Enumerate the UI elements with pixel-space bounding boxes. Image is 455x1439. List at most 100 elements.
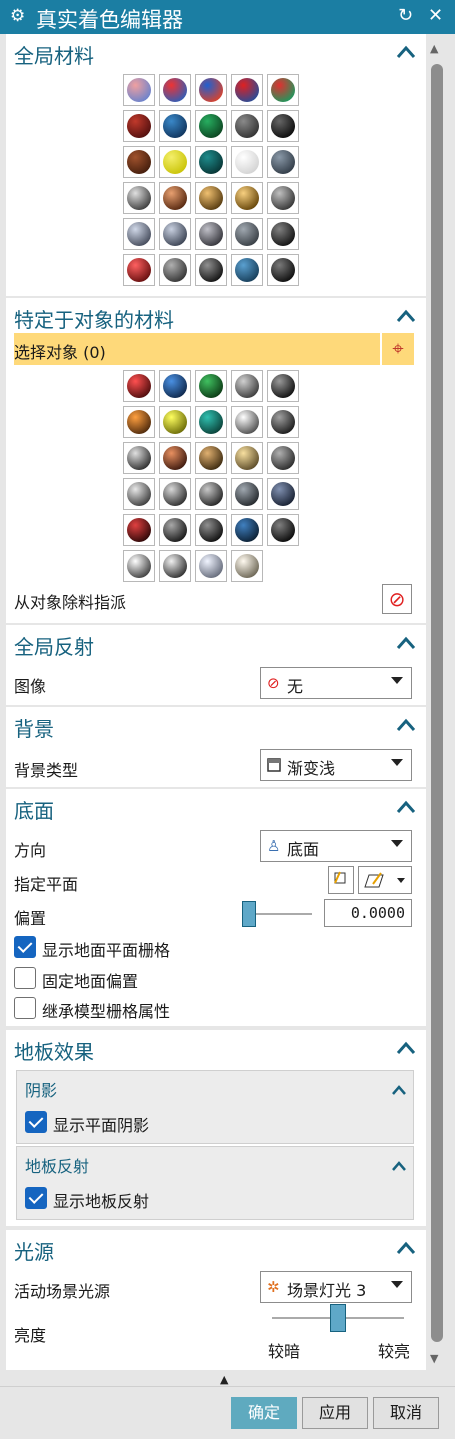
obj-chrome-2-swatch[interactable] — [159, 550, 191, 582]
close-icon[interactable]: ✕ — [428, 5, 443, 26]
collapse-icon[interactable] — [396, 631, 416, 655]
mat-brushed-2-swatch[interactable] — [159, 218, 191, 250]
obj-red-dark-swatch[interactable] — [123, 514, 155, 546]
mat-rough-swatch[interactable] — [231, 218, 263, 250]
collapse-icon[interactable] — [396, 1236, 416, 1260]
select-object-row[interactable]: 选择对象 (0) — [14, 333, 380, 365]
crosshair-icon[interactable]: ⌖ — [382, 333, 414, 365]
inferred-plane-icon[interactable] — [358, 866, 412, 894]
mat-multicolor-4-swatch[interactable] — [231, 74, 263, 106]
mat-teal-swatch[interactable] — [195, 146, 227, 178]
obj-bronze-swatch[interactable] — [195, 442, 227, 474]
obj-gray-swatch[interactable] — [231, 370, 263, 402]
mat-dark-steel-swatch[interactable] — [267, 182, 299, 214]
material-sphere-icon — [199, 150, 223, 174]
obj-yellow-swatch[interactable] — [159, 406, 191, 438]
reset-icon[interactable]: ↻ — [398, 5, 413, 26]
obj-gray-2-swatch[interactable] — [267, 442, 299, 474]
obj-blue-swatch[interactable] — [159, 370, 191, 402]
obj-pearl-swatch[interactable] — [195, 550, 227, 582]
mat-brown-swatch[interactable] — [123, 146, 155, 178]
mat-gray-swatch[interactable] — [231, 110, 263, 142]
obj-black-3-swatch[interactable] — [267, 514, 299, 546]
show-floor-reflection-checkbox[interactable] — [25, 1187, 47, 1209]
brightness-slider-thumb[interactable] — [330, 1304, 346, 1332]
obj-silver-swatch[interactable] — [231, 406, 263, 438]
mat-steel-swatch[interactable] — [123, 182, 155, 214]
mat-black-gloss-swatch[interactable] — [267, 218, 299, 250]
obj-rough-swatch[interactable] — [231, 478, 263, 510]
apply-button[interactable]: 应用 — [302, 1397, 368, 1429]
obj-brushed-2-swatch[interactable] — [159, 478, 191, 510]
show-plane-shadow-label: 显示平面阴影 — [53, 1116, 150, 1135]
collapse-icon[interactable] — [396, 1036, 416, 1060]
obj-orange-swatch[interactable] — [123, 406, 155, 438]
mat-slate-swatch[interactable] — [267, 146, 299, 178]
mat-black-swatch[interactable] — [267, 110, 299, 142]
obj-black-swatch[interactable] — [267, 370, 299, 402]
obj-black-2-swatch[interactable] — [195, 514, 227, 546]
scroll-up-icon[interactable]: ▲ — [430, 42, 438, 55]
obj-navy-swatch[interactable] — [231, 514, 263, 546]
mat-green-swatch[interactable] — [195, 110, 227, 142]
collapse-icon[interactable] — [396, 304, 416, 328]
obj-red-swatch[interactable] — [123, 370, 155, 402]
active-light-select[interactable]: ✲ 场景灯光 3 — [260, 1271, 412, 1303]
ok-button[interactable]: 确定 — [231, 1397, 297, 1429]
vertical-scrollbar[interactable]: ▲ ▼ — [429, 40, 445, 1370]
show-plane-shadow-checkbox[interactable] — [25, 1111, 47, 1133]
image-select[interactable]: ⊘ 无 — [260, 667, 412, 699]
collapse-icon[interactable] — [396, 40, 416, 64]
mat-multicolor-5-swatch[interactable] — [267, 74, 299, 106]
collapse-icon[interactable] — [396, 795, 416, 819]
collapse-icon[interactable] — [391, 1153, 407, 1177]
chevron-down-icon[interactable] — [397, 878, 405, 883]
mat-white-swatch[interactable] — [231, 146, 263, 178]
background-type-select[interactable]: 渐变浅 — [260, 749, 412, 781]
mat-gold-swatch[interactable] — [231, 182, 263, 214]
mat-black-2-swatch[interactable] — [195, 254, 227, 286]
collapse-icon[interactable] — [396, 713, 416, 737]
mat-multicolor-1-swatch[interactable] — [123, 74, 155, 106]
fixed-offset-checkbox[interactable] — [14, 967, 36, 989]
offset-input[interactable]: 0.0000 — [324, 899, 412, 927]
obj-blue-dark-swatch[interactable] — [267, 478, 299, 510]
no-entry-icon[interactable]: ⊘ — [382, 584, 412, 614]
obj-chrome-swatch[interactable] — [123, 550, 155, 582]
mat-red-gloss-swatch[interactable] — [123, 254, 155, 286]
show-grid-checkbox[interactable] — [14, 936, 36, 958]
material-sphere-icon — [235, 150, 259, 174]
mat-brushed-3-swatch[interactable] — [195, 218, 227, 250]
offset-slider-thumb[interactable] — [242, 901, 256, 927]
mat-brass-swatch[interactable] — [195, 182, 227, 214]
mat-black-3-swatch[interactable] — [267, 254, 299, 286]
obj-graphite-swatch[interactable] — [159, 514, 191, 546]
plane-dialog-icon[interactable] — [328, 866, 354, 894]
gear-icon[interactable]: ⚙ — [10, 6, 25, 26]
obj-teal-swatch[interactable] — [195, 406, 227, 438]
direction-select[interactable]: ♙ 底面 — [260, 830, 412, 862]
obj-copper-swatch[interactable] — [159, 442, 191, 474]
obj-green-swatch[interactable] — [195, 370, 227, 402]
inherit-grid-checkbox[interactable] — [14, 997, 36, 1019]
mat-brushed-1-swatch[interactable] — [123, 218, 155, 250]
obj-gold-swatch[interactable] — [231, 442, 263, 474]
mat-blue-swatch[interactable] — [159, 110, 191, 142]
obj-brushed-1-swatch[interactable] — [123, 478, 155, 510]
mat-copper-swatch[interactable] — [159, 182, 191, 214]
mat-gray-gloss-swatch[interactable] — [159, 254, 191, 286]
mat-dark-red-swatch[interactable] — [123, 110, 155, 142]
obj-steel-swatch[interactable] — [123, 442, 155, 474]
obj-brushed-3-swatch[interactable] — [195, 478, 227, 510]
obj-dark-swatch[interactable] — [267, 406, 299, 438]
cancel-button[interactable]: 取消 — [373, 1397, 439, 1429]
mat-multicolor-3-swatch[interactable] — [195, 74, 227, 106]
mat-blue-2-swatch[interactable] — [231, 254, 263, 286]
collapse-footer-icon[interactable]: ▲ — [220, 1373, 228, 1386]
mat-yellow-swatch[interactable] — [159, 146, 191, 178]
obj-champagne-swatch[interactable] — [231, 550, 263, 582]
scroll-down-icon[interactable]: ▼ — [430, 1352, 438, 1365]
scrollbar-thumb[interactable] — [431, 64, 443, 1342]
mat-multicolor-2-swatch[interactable] — [159, 74, 191, 106]
collapse-icon[interactable] — [391, 1077, 407, 1101]
